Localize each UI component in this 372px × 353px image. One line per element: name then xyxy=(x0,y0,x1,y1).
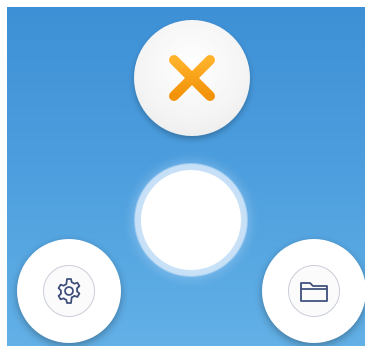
capture-button[interactable] xyxy=(134,163,248,277)
gear-icon xyxy=(57,278,81,304)
folder-icon xyxy=(300,282,328,302)
gallery-button[interactable] xyxy=(262,239,365,343)
shutter-circle xyxy=(141,170,241,270)
settings-button[interactable] xyxy=(17,239,121,343)
close-x-icon xyxy=(169,55,215,101)
gallery-icon-ring xyxy=(288,265,340,317)
camera-screen xyxy=(7,7,365,346)
settings-icon-ring xyxy=(43,265,95,317)
close-button[interactable] xyxy=(134,20,250,136)
